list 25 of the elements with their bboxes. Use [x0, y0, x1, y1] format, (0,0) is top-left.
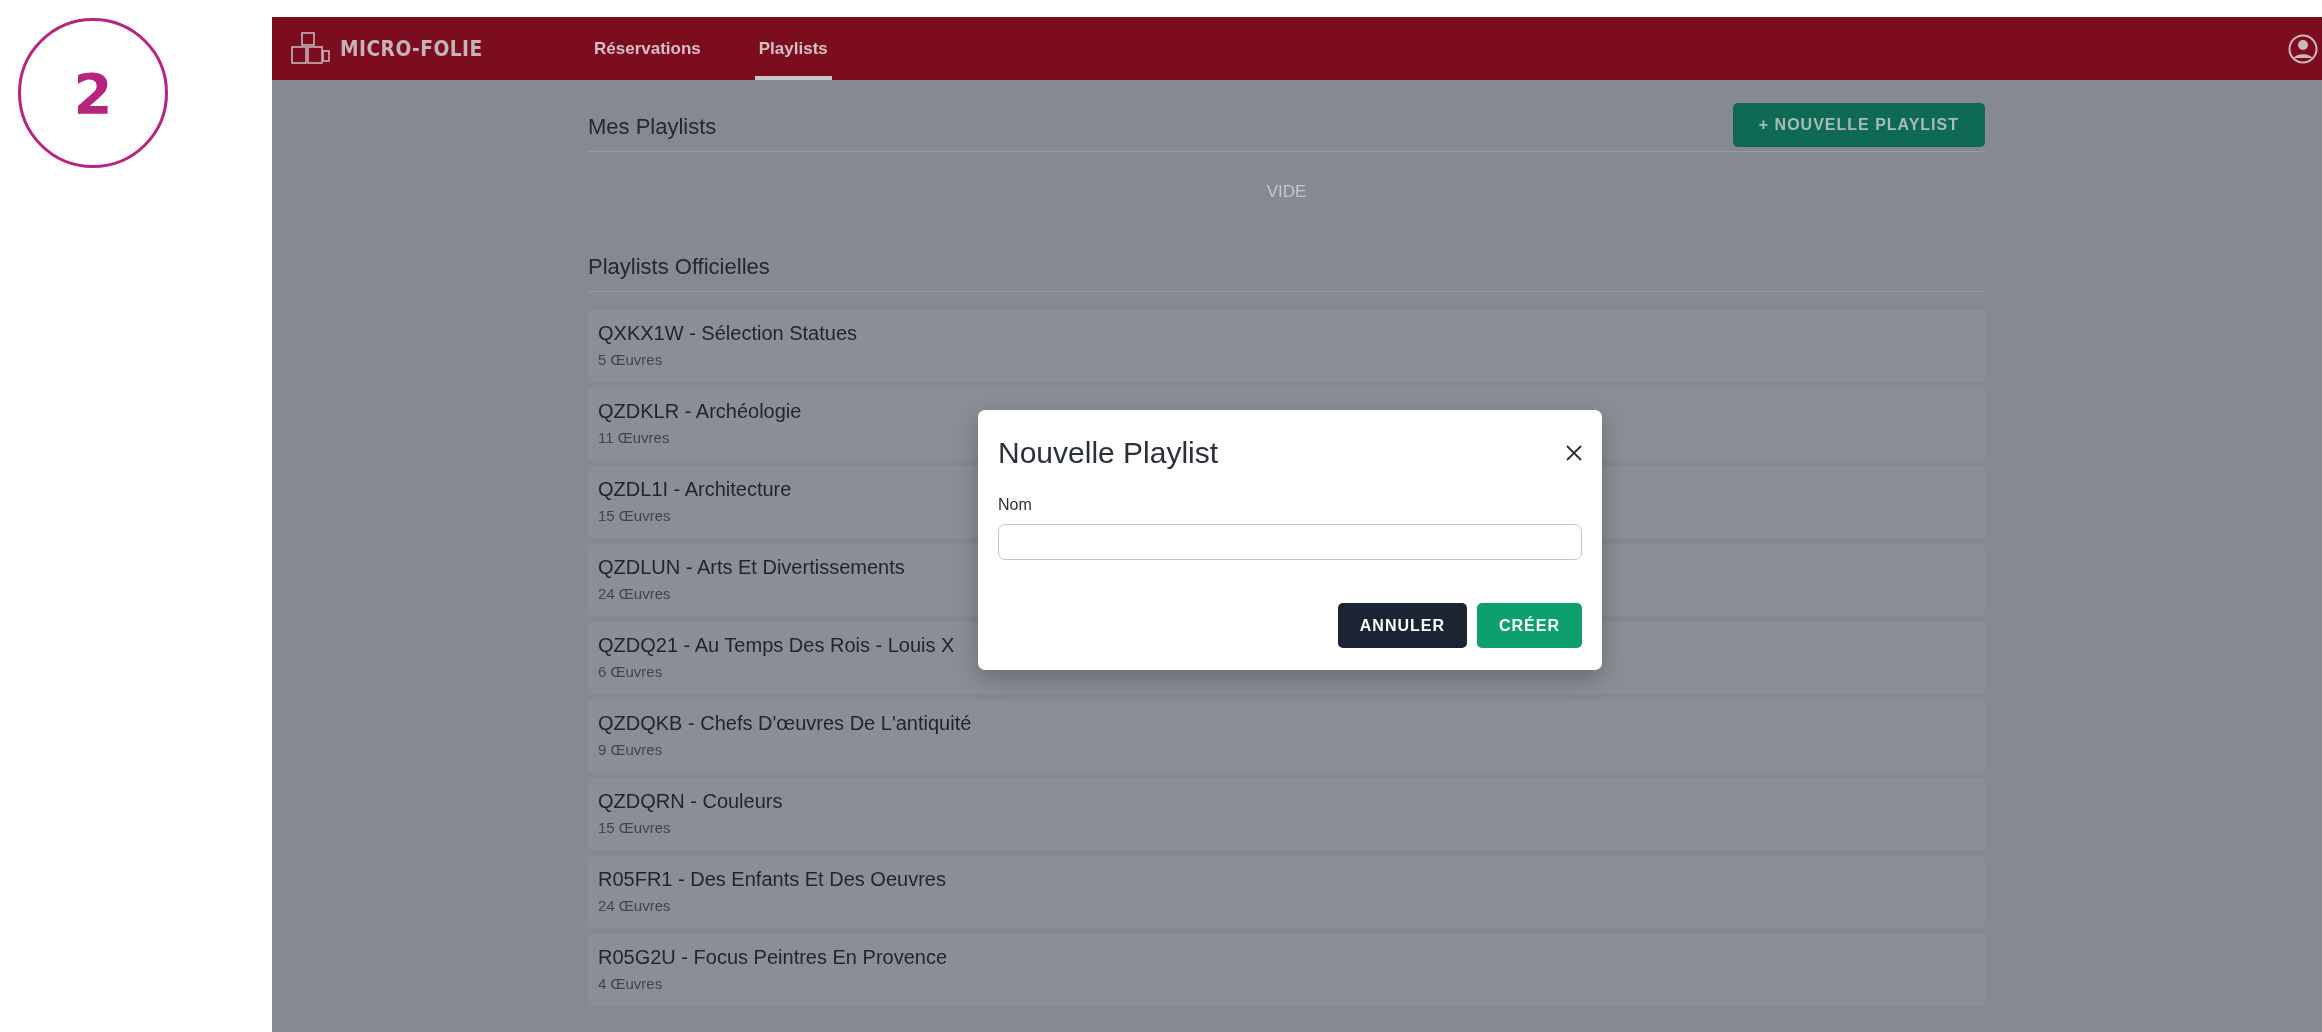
step-number: 2	[18, 18, 168, 168]
section-title: Playlists Officielles	[588, 253, 770, 280]
playlist-count: 11 Œuvres	[598, 429, 671, 446]
empty-label: VIDE	[1266, 182, 1307, 202]
playlist-count: 4 Œuvres	[598, 975, 664, 992]
playlist-name: R05FR1 - Des Enfants Et Des Oeuvres	[598, 868, 947, 891]
playlist-count: 6 Œuvres	[598, 663, 664, 680]
playlist-name: QZDKLR - Archéologie	[598, 400, 803, 423]
playlist-name: QZDLUN - Arts Et Divertissements	[598, 556, 906, 579]
playlist-count: 15 Œuvres	[598, 507, 672, 524]
playlist-count: 5 Œuvres	[598, 351, 664, 368]
playlist-name: R05G2U - Focus Peintres En Provence	[598, 946, 949, 969]
playlist-name: QZDQ21 - Au Temps Des Rois - Louis X	[598, 634, 956, 657]
playlist-name: QXKX1W - Sélection Statues	[598, 322, 858, 345]
dialog-title: Nouvelle Playlist	[998, 436, 1219, 470]
field-label: Nom	[998, 496, 1033, 514]
playlist-name: QZDQRN - Couleurs	[598, 790, 784, 813]
playlist-name: QZDL1I - Architecture	[598, 478, 793, 501]
playlist-name: QZDQKB - Chefs D'œuvres De L'antiquité	[598, 712, 973, 735]
playlist-count: 15 Œuvres	[598, 819, 672, 836]
section-title: Mes Playlists	[588, 113, 717, 140]
logo-text: MICRO-FOLIE	[340, 36, 483, 61]
playlist-count: 9 Œuvres	[598, 741, 664, 758]
playlist-count: 24 Œuvres	[598, 585, 672, 602]
playlist-count: 24 Œuvres	[598, 897, 672, 914]
